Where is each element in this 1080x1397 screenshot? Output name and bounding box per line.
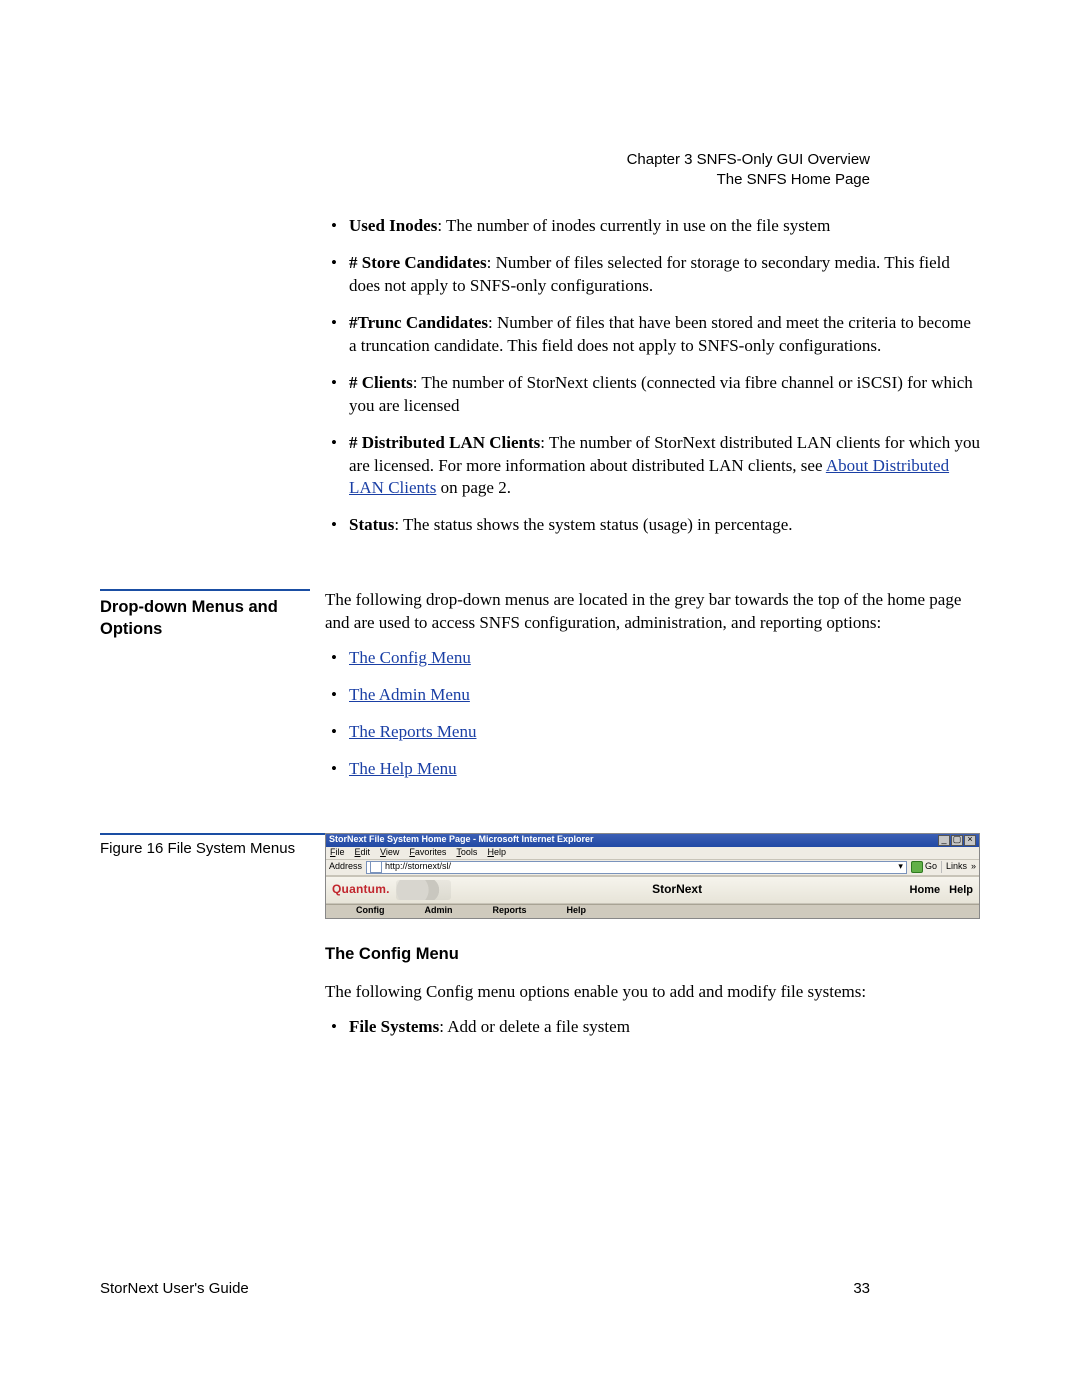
- screenshot-file-system-menus: StorNext File System Home Page - Microso…: [325, 833, 980, 919]
- running-header: Chapter 3 SNFS-Only GUI Overview The SNF…: [627, 150, 870, 191]
- go-icon: [911, 861, 923, 873]
- list-item: Status: The status shows the system stat…: [349, 514, 980, 537]
- field-definition-list: Used Inodes: The number of inodes curren…: [325, 215, 980, 537]
- stornext-title: StorNext: [652, 883, 702, 896]
- list-item: File Systems: Add or delete a file syste…: [349, 1016, 980, 1039]
- side-heading-dropdown: Drop-down Menus and Options: [100, 589, 310, 640]
- page-footer: StorNext User's Guide 33: [100, 1280, 870, 1297]
- list-item: # Distributed LAN Clients: The number of…: [349, 432, 980, 501]
- config-options-list: File Systems: Add or delete a file syste…: [325, 1016, 980, 1039]
- list-item: Used Inodes: The number of inodes curren…: [349, 215, 980, 238]
- list-item: The Config Menu: [349, 647, 980, 670]
- ie-address-bar: Address http://stornext/sl/▾ Go Links»: [326, 859, 979, 876]
- address-input[interactable]: http://stornext/sl/▾: [366, 861, 907, 874]
- nav-reports[interactable]: Reports: [493, 906, 527, 916]
- list-item: #Trunc Candidates: Number of files that …: [349, 312, 980, 358]
- menu-edit[interactable]: Edit: [355, 848, 371, 858]
- maximize-icon: ▢: [951, 835, 963, 846]
- reports-menu-link[interactable]: The Reports Menu: [349, 722, 476, 741]
- nav-help[interactable]: Help: [567, 906, 587, 916]
- header-chapter: Chapter 3 SNFS-Only GUI Overview: [627, 150, 870, 170]
- list-item: The Reports Menu: [349, 721, 980, 744]
- footer-title: StorNext User's Guide: [100, 1280, 249, 1297]
- links-label[interactable]: Links: [946, 862, 967, 872]
- help-link[interactable]: Help: [949, 884, 973, 896]
- list-item: The Admin Menu: [349, 684, 980, 707]
- config-menu-intro: The following Config menu options enable…: [325, 981, 980, 1004]
- stornext-banner: Quantum. StorNext Home Help: [326, 876, 979, 904]
- list-item: The Help Menu: [349, 758, 980, 781]
- figure-caption: Figure 16 File System Menus: [100, 835, 310, 859]
- menu-links-list: The Config Menu The Admin Menu The Repor…: [325, 647, 980, 781]
- list-item: # Store Candidates: Number of files sele…: [349, 252, 980, 298]
- page-icon: [370, 861, 382, 873]
- menu-favorites[interactable]: Favorites: [409, 848, 446, 858]
- config-menu-heading: The Config Menu: [325, 943, 980, 965]
- go-button[interactable]: Go: [911, 861, 937, 873]
- quantum-logo-text: Quantum.: [332, 883, 390, 896]
- page-number: 33: [853, 1280, 870, 1297]
- help-menu-link[interactable]: The Help Menu: [349, 759, 457, 778]
- window-title: StorNext File System Home Page - Microso…: [329, 835, 594, 845]
- config-menu-link[interactable]: The Config Menu: [349, 648, 471, 667]
- ie-menubar: File Edit View Favorites Tools Help: [326, 847, 979, 859]
- menu-file[interactable]: File: [330, 848, 345, 858]
- window-titlebar: StorNext File System Home Page - Microso…: [326, 834, 979, 847]
- address-label: Address: [329, 862, 362, 872]
- header-section: The SNFS Home Page: [627, 170, 870, 190]
- nav-admin[interactable]: Admin: [425, 906, 453, 916]
- nav-config[interactable]: Config: [356, 906, 385, 916]
- banner-right-links: Home Help: [904, 884, 973, 896]
- list-item: # Clients: The number of StorNext client…: [349, 372, 980, 418]
- home-link[interactable]: Home: [910, 884, 941, 896]
- menu-tools[interactable]: Tools: [456, 848, 477, 858]
- admin-menu-link[interactable]: The Admin Menu: [349, 685, 470, 704]
- window-buttons: _▢×: [937, 835, 976, 846]
- stornext-nav: Config Admin Reports Help: [326, 904, 979, 918]
- minimize-icon: _: [938, 835, 950, 846]
- close-icon: ×: [964, 835, 976, 846]
- menu-help[interactable]: Help: [487, 848, 506, 858]
- menu-view[interactable]: View: [380, 848, 399, 858]
- dropdown-intro: The following drop-down menus are locate…: [325, 589, 980, 635]
- quantum-logo-graphic: [396, 880, 451, 900]
